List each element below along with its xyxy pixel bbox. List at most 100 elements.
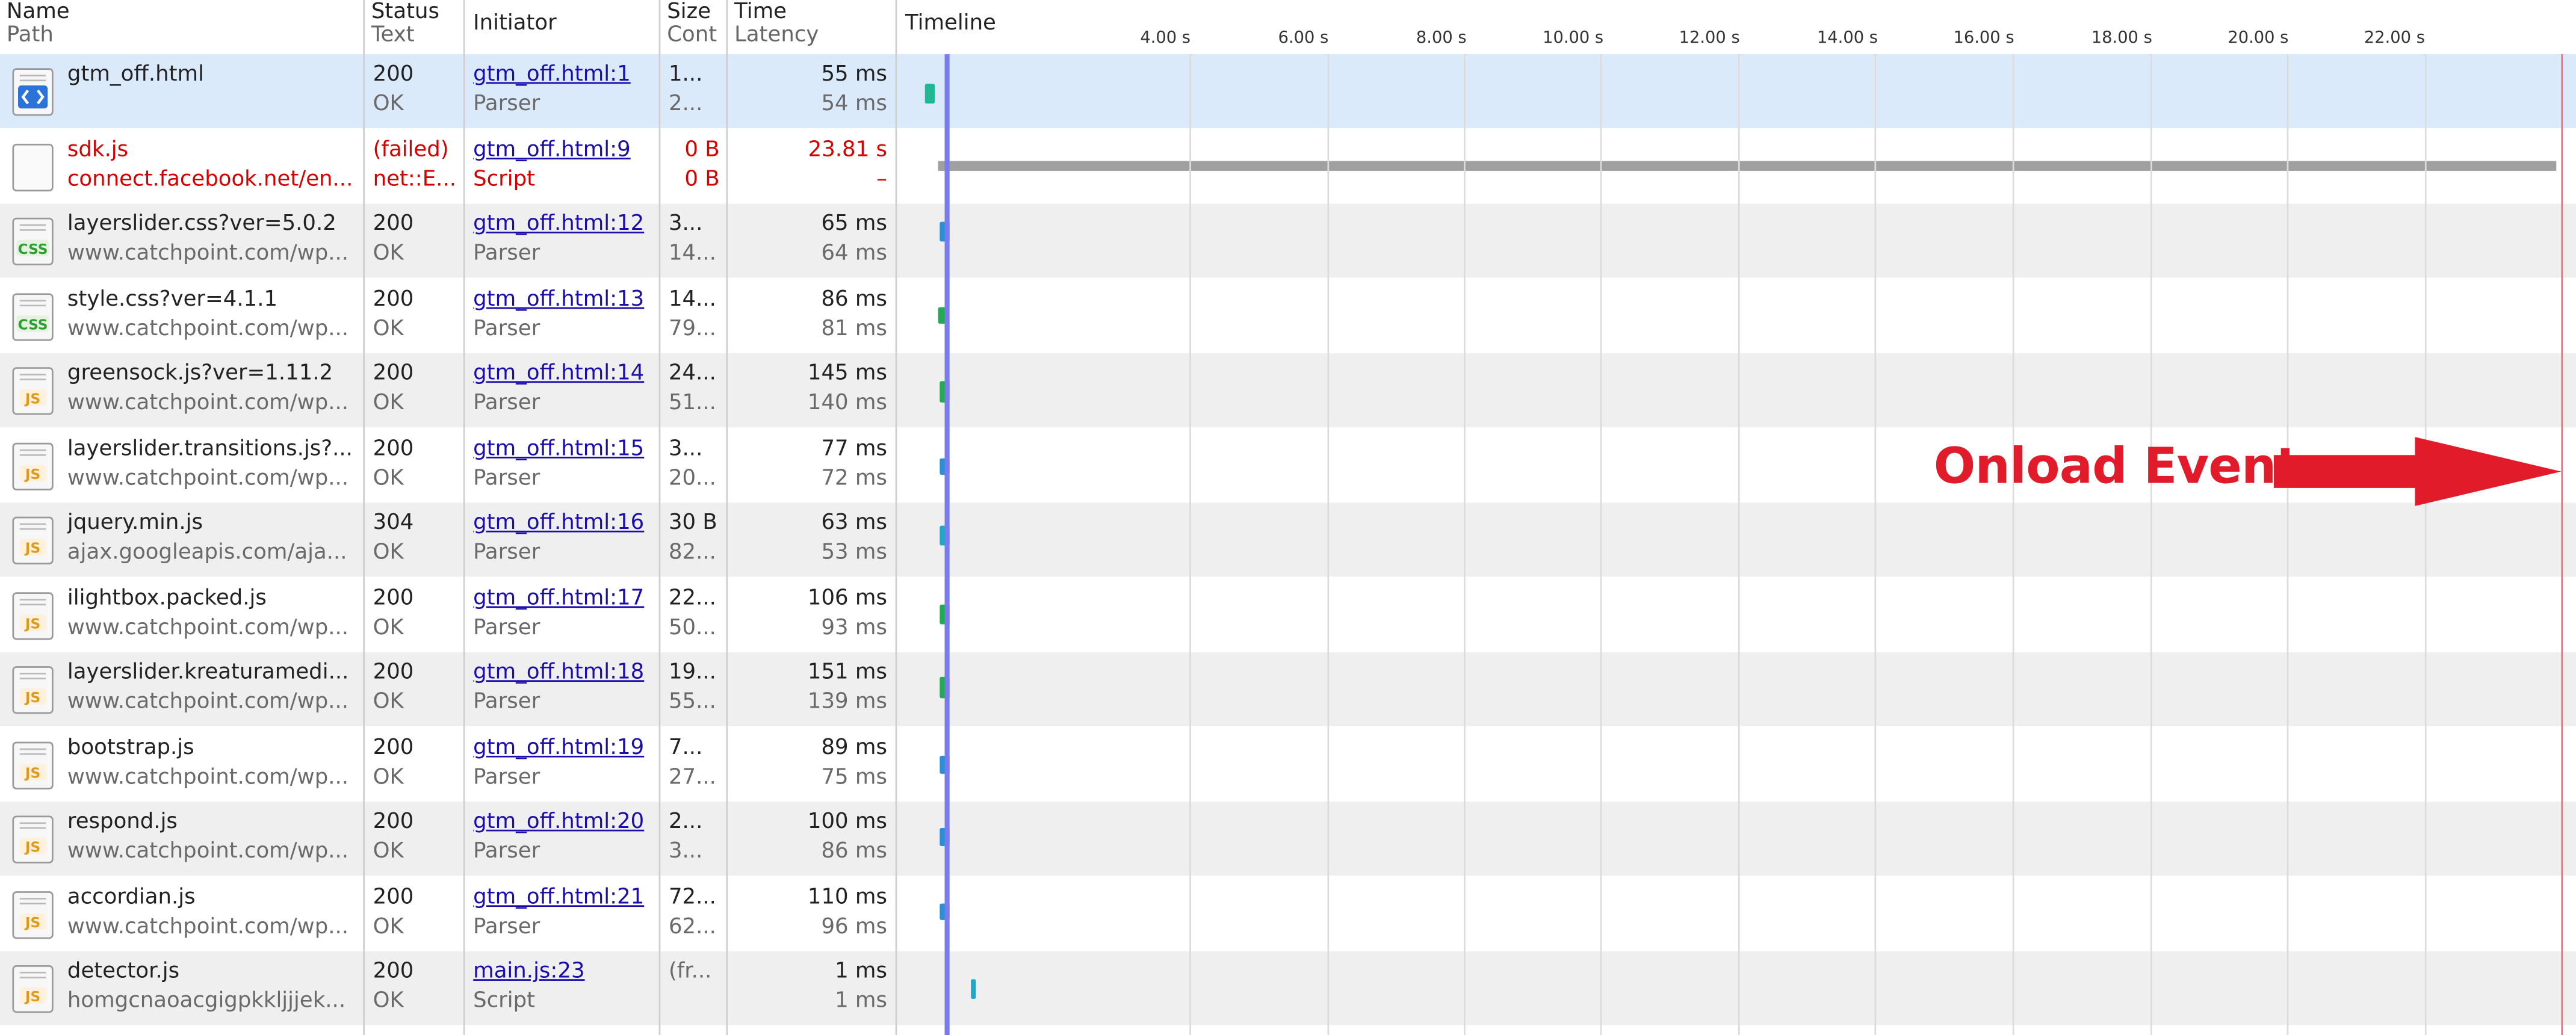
- request-latency: 139 ms: [807, 690, 887, 715]
- initiator-link[interactable]: gtm_off.html:19: [473, 734, 657, 761]
- request-status-text: OK: [373, 914, 404, 939]
- request-path: homgcnaoacgigpkkljjjek...: [67, 989, 346, 1014]
- initiator-link[interactable]: gtm_off.html:20: [473, 808, 657, 836]
- request-size: 72...: [668, 885, 716, 910]
- request-content-size: 51...: [668, 391, 716, 416]
- svg-text:JS: JS: [24, 839, 40, 856]
- request-name[interactable]: layerslider.kreaturamedi...: [67, 659, 360, 687]
- column-header-bar: Name Path Status Text Initiator Size Con…: [0, 0, 2576, 56]
- request-name[interactable]: style.css?ver=4.1.1: [67, 285, 360, 313]
- request-row[interactable]: JS layerslider.kreaturamedi... www.catchpo…: [0, 652, 2576, 726]
- size-column-header[interactable]: Size Cont: [660, 0, 726, 54]
- request-size: 3...: [668, 212, 703, 237]
- column-divider[interactable]: [363, 0, 365, 1035]
- request-time: 65 ms: [821, 212, 887, 237]
- name-header-label: Name: [6, 0, 70, 25]
- request-row[interactable]: JS bootstrap.js www.catchpoint.com/wp... 20…: [0, 727, 2576, 801]
- svg-text:JS: JS: [24, 391, 40, 407]
- initiator-link[interactable]: gtm_off.html:17: [473, 584, 657, 612]
- request-path: www.catchpoint.com/wp...: [67, 690, 349, 715]
- timeline-bar[interactable]: [924, 84, 935, 104]
- request-row[interactable]: JS ilightbox.packed.js www.catchpoint.com/…: [0, 578, 2576, 652]
- status-column-header[interactable]: Status Text: [365, 0, 463, 54]
- request-size: 19...: [668, 660, 716, 685]
- request-row[interactable]: JS jquery.min.js ajax.googleapis.com/aja..…: [0, 502, 2576, 577]
- svg-text:CSS: CSS: [18, 316, 48, 332]
- request-row[interactable]: JS accordian.js www.catchpoint.com/wp... 20…: [0, 877, 2576, 951]
- onload-event-annotation: Onload Event: [1933, 438, 2300, 496]
- request-time: 110 ms: [807, 885, 887, 910]
- initiator-link[interactable]: gtm_off.html:13: [473, 285, 657, 313]
- column-divider[interactable]: [895, 0, 897, 1035]
- timeline-tick-label: 18.00 s: [2091, 29, 2152, 48]
- time-column-header[interactable]: Time Latency: [728, 0, 895, 54]
- request-row[interactable]: JS greensock.js?ver=1.11.2 www.catchpoint.…: [0, 353, 2576, 427]
- request-time: 106 ms: [807, 585, 887, 611]
- request-status: 200: [373, 735, 414, 760]
- initiator-link[interactable]: gtm_off.html:14: [473, 360, 657, 388]
- initiator-link[interactable]: main.js:23: [473, 958, 657, 986]
- initiator-link[interactable]: gtm_off.html:12: [473, 210, 657, 238]
- request-path: www.catchpoint.com/wp...: [67, 615, 349, 640]
- initiator-type: Parser: [473, 764, 540, 789]
- request-status-text: OK: [373, 466, 404, 490]
- request-row[interactable]: CSS style.css?ver=4.1.1 www.catchpoint.com…: [0, 279, 2576, 353]
- request-size: 1...: [668, 62, 703, 87]
- request-latency: 140 ms: [807, 391, 887, 416]
- request-latency: 93 ms: [821, 615, 887, 640]
- request-latency: 64 ms: [821, 241, 887, 267]
- request-size: 3...: [668, 436, 703, 461]
- request-row[interactable]: gtm_off.html 200 OK gtm_off.html:1 Parser 1..…: [0, 54, 2576, 128]
- request-name[interactable]: bootstrap.js: [67, 734, 360, 761]
- request-time: 89 ms: [821, 735, 887, 760]
- request-status-text: OK: [373, 540, 404, 566]
- request-time: 151 ms: [807, 660, 887, 685]
- request-row[interactable]: JS detector.js homgcnaoacgigpkkljjjek... 20…: [0, 951, 2576, 1025]
- initiator-link[interactable]: gtm_off.html:16: [473, 509, 657, 537]
- request-row[interactable]: CSS layerslider.css?ver=5.0.2 www.catchpoi…: [0, 203, 2576, 278]
- request-name[interactable]: detector.js: [67, 958, 360, 986]
- network-panel: Name Path Status Text Initiator Size Con…: [0, 0, 2576, 1035]
- request-content-size: 27...: [668, 764, 716, 789]
- request-name[interactable]: gtm_off.html: [67, 61, 360, 88]
- request-name[interactable]: layerslider.css?ver=5.0.2: [67, 210, 360, 238]
- request-name[interactable]: respond.js: [67, 808, 360, 836]
- request-row[interactable]: JS respond.js www.catchpoint.com/wp... 200 O…: [0, 802, 2576, 876]
- initiator-link[interactable]: gtm_off.html:18: [473, 659, 657, 687]
- request-name[interactable]: ilightbox.packed.js: [67, 584, 360, 612]
- request-path: www.catchpoint.com/wp...: [67, 764, 349, 789]
- timeline-tick-label: 14.00 s: [1816, 29, 1878, 48]
- request-name[interactable]: accordian.js: [67, 883, 360, 910]
- initiator-type: Parser: [473, 316, 540, 341]
- initiator-link[interactable]: gtm_off.html:1: [473, 61, 657, 88]
- name-column-header[interactable]: Name Path: [0, 0, 363, 54]
- initiator-type: Parser: [473, 914, 540, 939]
- initiator-column-header[interactable]: Initiator: [465, 0, 658, 54]
- request-path: www.catchpoint.com/wp...: [67, 391, 349, 416]
- column-divider[interactable]: [463, 0, 465, 1035]
- initiator-link[interactable]: gtm_off.html:9: [473, 135, 657, 163]
- request-path: www.catchpoint.com/wp...: [67, 914, 349, 939]
- request-size: 14...: [668, 286, 716, 312]
- initiator-link[interactable]: gtm_off.html:21: [473, 883, 657, 910]
- timeline-bar[interactable]: [971, 979, 976, 999]
- load-event-marker: [2561, 54, 2563, 1035]
- initiator-header-label: Initiator: [473, 11, 557, 37]
- request-name[interactable]: layerslider.transitions.js?...: [67, 434, 360, 462]
- timeline-bar[interactable]: [938, 160, 2557, 170]
- request-status-text: OK: [373, 690, 404, 715]
- request-name[interactable]: greensock.js?ver=1.11.2: [67, 360, 360, 388]
- request-status-text: OK: [373, 316, 404, 341]
- request-name[interactable]: sdk.js: [67, 135, 360, 163]
- column-divider[interactable]: [658, 0, 661, 1035]
- request-name[interactable]: jquery.min.js: [67, 509, 360, 537]
- column-divider[interactable]: [726, 0, 728, 1035]
- request-row[interactable]: sdk.js connect.facebook.net/en... (failed)…: [0, 129, 2576, 203]
- initiator-type: Script: [473, 167, 536, 192]
- request-size: 24...: [668, 361, 716, 386]
- request-latency: 75 ms: [821, 764, 887, 789]
- request-status-text: OK: [373, 839, 404, 865]
- initiator-link[interactable]: gtm_off.html:15: [473, 434, 657, 462]
- request-content-size: 55...: [668, 690, 716, 715]
- request-status: 200: [373, 660, 414, 685]
